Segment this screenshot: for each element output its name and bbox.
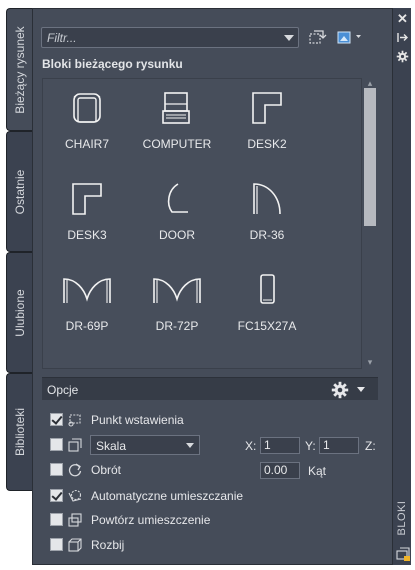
rotation-angle-field[interactable]: 0.00	[260, 462, 300, 479]
explode-label: Rozbij	[91, 538, 125, 552]
block-label: COMPUTER	[142, 137, 212, 151]
repeat-placement-checkbox[interactable]	[50, 513, 63, 526]
insertion-point-row: Punkt wstawienia	[42, 410, 378, 430]
tab-libraries[interactable]: Biblioteki	[6, 373, 32, 491]
blocks-palette: Bieżący rysunek Ostatnie Ulubione Biblio…	[6, 3, 411, 566]
block-item-chair7[interactable]: CHAIR7	[43, 83, 131, 151]
insertion-point-icon	[68, 414, 81, 427]
tab-label: Ulubione	[12, 288, 27, 337]
tab-favorites[interactable]: Ulubione	[6, 252, 32, 373]
main-panel: Bloki bieżącego rysunku CHAIR7	[32, 8, 393, 565]
palette-label: BLOKI	[396, 500, 408, 536]
block-item-fc15x27a[interactable]: FC15X27A	[223, 265, 311, 333]
door-swing-icon	[253, 183, 281, 215]
block-item-desk2[interactable]: DESK2	[223, 83, 311, 151]
repeat-placement-icon	[68, 513, 82, 527]
explode-icon	[68, 538, 82, 552]
tab-label: Ostatnie	[12, 169, 27, 214]
scale-combobox[interactable]: Skala	[90, 435, 200, 455]
gear-icon[interactable]	[396, 50, 409, 63]
auto-placement-label: Automatyczne umieszczanie	[91, 489, 244, 503]
explode-row: Rozbij	[42, 535, 378, 555]
options-title: Opcje	[47, 383, 79, 397]
scroll-up-icon[interactable]: ▴	[366, 79, 374, 88]
palette-title-strip[interactable]: ✕ BLOKI	[392, 8, 411, 565]
chevron-down-icon[interactable]	[356, 386, 366, 394]
block-label: FC15X27A	[237, 319, 297, 333]
tab-label: Bieżący rysunek	[12, 25, 27, 114]
import-blocks-button[interactable]	[305, 27, 327, 48]
repeat-placement-row: Powtórz umieszczenie	[42, 510, 378, 530]
double-door-icon	[63, 278, 111, 303]
desk-icon	[252, 92, 282, 124]
double-door-icon	[153, 278, 201, 303]
rotation-row: Obrót 0.00 Kąt	[42, 460, 378, 480]
block-label: DR-72P	[155, 319, 199, 333]
gear-icon[interactable]	[331, 381, 349, 399]
scale-x-field[interactable]: 1	[260, 437, 300, 454]
block-label: DESK3	[67, 228, 107, 242]
thumbnail-view-icon	[337, 31, 361, 44]
pin-icon[interactable]	[397, 32, 408, 43]
block-item-computer[interactable]: COMPUTER	[133, 83, 221, 151]
close-icon[interactable]: ✕	[393, 12, 412, 25]
scroll-down-icon[interactable]: ▾	[366, 358, 374, 367]
filter-input[interactable]	[47, 31, 267, 45]
block-item-desk3[interactable]: DESK3	[43, 174, 131, 242]
rectangle-icon	[260, 274, 275, 304]
block-item-door[interactable]: DOOR	[133, 174, 221, 242]
chair-icon	[73, 93, 101, 123]
auto-placement-checkbox[interactable]	[50, 489, 63, 502]
door-icon	[167, 183, 188, 213]
x-label: X:	[245, 439, 257, 453]
rotate-icon	[68, 463, 82, 477]
rotation-label: Obrót	[91, 463, 122, 477]
block-label: CHAIR7	[64, 137, 109, 151]
section-title: Bloki bieżącego rysunku	[42, 57, 183, 71]
insertion-point-checkbox[interactable]	[50, 413, 63, 426]
y-label: Y:	[305, 439, 316, 453]
repeat-placement-label: Powtórz umieszczenie	[91, 513, 211, 527]
scale-checkbox[interactable]	[50, 438, 63, 451]
chevron-down-icon	[186, 443, 194, 448]
block-label: DR-69P	[65, 319, 109, 333]
scale-y-field[interactable]: 1	[319, 437, 359, 454]
scale-combobox-value: Skala	[96, 439, 127, 453]
auto-placement-row: Automatyczne umieszczanie	[42, 486, 378, 506]
scroll-thumb[interactable]	[364, 88, 376, 226]
block-label: DR-36	[249, 228, 285, 242]
block-item-dr-36[interactable]: DR-36	[223, 174, 311, 242]
scale-icon	[68, 438, 82, 452]
import-blocks-icon	[309, 30, 327, 44]
computer-icon	[162, 92, 190, 124]
tab-label: Biblioteki	[12, 407, 27, 457]
scale-row: Skala X: 1 Y: 1 Z:	[42, 435, 378, 455]
tab-current-drawing[interactable]: Bieżący rysunek	[6, 8, 32, 131]
block-label: DESK2	[247, 137, 287, 151]
desk-icon	[72, 183, 102, 215]
filter-combobox[interactable]	[41, 27, 299, 48]
options-header[interactable]: Opcje	[42, 377, 378, 400]
rotation-checkbox[interactable]	[50, 463, 63, 476]
view-options-button[interactable]	[335, 27, 369, 48]
insertion-point-label: Punkt wstawienia	[91, 413, 184, 427]
explode-checkbox[interactable]	[50, 538, 63, 551]
blocks-palette-icon	[396, 547, 410, 561]
block-label: DOOR	[159, 228, 195, 242]
options-panel: Punkt wstawienia Skala X: 1 Y: 1 Z: Obró…	[42, 400, 378, 560]
block-item-dr-69p[interactable]: DR-69P	[43, 265, 131, 333]
tab-recent[interactable]: Ostatnie	[6, 131, 32, 252]
chevron-down-icon[interactable]	[284, 35, 294, 41]
block-item-dr-72p[interactable]: DR-72P	[133, 265, 221, 333]
z-label: Z:	[365, 439, 376, 453]
blocks-grid: CHAIR7 COMPUTER DESK2 DESK3 DOOR DR-36 D…	[42, 78, 362, 369]
auto-placement-icon	[68, 489, 82, 502]
angle-label: Kąt	[308, 464, 327, 478]
blocks-scrollbar[interactable]: ▴ ▾	[363, 78, 377, 369]
